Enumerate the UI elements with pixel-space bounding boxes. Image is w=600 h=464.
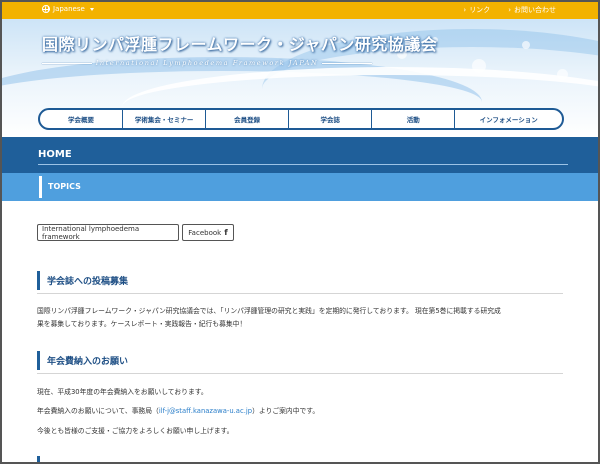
text-span: ）よりご案内中です。 (252, 407, 320, 415)
globe-icon (42, 5, 50, 13)
topics-title: TOPICS (48, 182, 81, 191)
nav-item-membership[interactable]: 会員登録 (206, 110, 290, 128)
top-bar: Japanese › リンク › お問い合わせ (2, 2, 598, 19)
ilf-link-button[interactable]: International lymphoedema framework (37, 224, 179, 241)
next-section-accent (37, 456, 40, 464)
chevron-right-icon: › (508, 5, 511, 14)
home-banner: HOME (2, 137, 598, 173)
text-span: 年会費納入のお願いについて、事務局（ (37, 407, 159, 415)
text-line: 国際リンパ浮腫フレームワーク・ジャパン研究協議会では、「リンパ浮腫管理の研究と実… (37, 307, 501, 315)
bubble-decoration (472, 59, 486, 73)
main-nav: 学会概要 学術集会・セミナー 会員登録 学会誌 活動 インフォメーション (38, 108, 564, 130)
site-title[interactable]: 国際リンパ浮腫フレームワーク・ジャパン研究協議会 (42, 31, 437, 55)
annual-fee-line-2: 年会費納入のお願いについて、事務局（ilf-j@staff.kanazawa-u… (37, 405, 567, 418)
site-subtitle: International Lymphoedema Framework JAPA… (42, 59, 373, 67)
language-label: Japanese (53, 5, 85, 13)
annual-fee-line-3: 今後とも皆様のご支援・ご協力をよろしくお願い申し上げます。 (37, 427, 234, 435)
nav-item-about[interactable]: 学会概要 (40, 110, 124, 128)
divider (322, 62, 373, 64)
link-contact[interactable]: › お問い合わせ (508, 5, 556, 15)
nav-item-journal[interactable]: 学会誌 (289, 110, 373, 128)
annual-fee-line-1: 現在、平成30年度の年会費納入をお願いしております。 (37, 388, 208, 396)
link-contact-label: お問い合わせ (514, 6, 556, 14)
divider (42, 62, 92, 64)
link-links-label: リンク (469, 6, 491, 14)
link-links[interactable]: › リンク (463, 5, 490, 15)
nav-item-conference[interactable]: 学術集会・セミナー (123, 110, 207, 128)
chevron-right-icon: › (463, 5, 467, 14)
topics-banner: TOPICS (2, 173, 598, 201)
nav-item-information[interactable]: インフォメーション (455, 110, 562, 128)
divider (38, 164, 568, 165)
divider (37, 293, 563, 294)
topics-accent (39, 176, 42, 198)
top-links: › リンク › お問い合わせ (463, 5, 556, 15)
email-link[interactable]: ilf-j@staff.kanazawa-u.ac.jp (159, 407, 252, 415)
ilf-link-label: International lymphoedema framework (42, 224, 140, 241)
journal-call-text: 国際リンパ浮腫フレームワーク・ジャパン研究協議会では、「リンパ浮腫管理の研究と実… (37, 305, 567, 331)
language-selector[interactable]: Japanese (42, 5, 94, 13)
facebook-icon: f (224, 228, 228, 237)
bubble-decoration (522, 41, 530, 49)
facebook-button-label: Facebook (188, 228, 222, 237)
bubble-decoration (557, 69, 568, 80)
facebook-button[interactable]: Facebook f (182, 224, 234, 241)
section-heading-annual-fee: 年会費納入のお願い (37, 351, 128, 370)
section-heading-journal-call: 学会誌への投稿募集 (37, 271, 128, 290)
caret-down-icon (89, 7, 94, 11)
text-line: 果を募集しております。ケースレポート・実践報告・紀行も募集中！ (37, 320, 247, 328)
page-title: HOME (38, 149, 72, 160)
site-subtitle-text: International Lymphoedema Framework JAPA… (95, 59, 319, 67)
divider (37, 373, 563, 374)
nav-item-activities[interactable]: 活動 (372, 110, 456, 128)
